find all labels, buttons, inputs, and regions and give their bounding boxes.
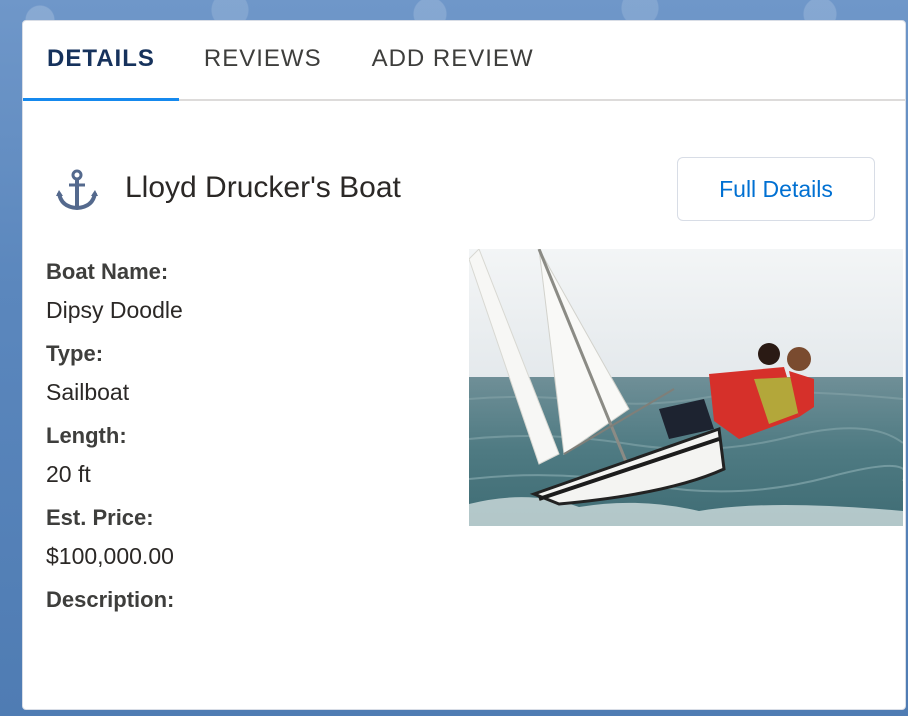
sailboat-photo [469, 249, 903, 526]
field-label-boat-name: Boat Name: [46, 259, 169, 284]
boat-header: Lloyd Drucker's Boat Full Details [23, 157, 905, 221]
field-label-price: Est. Price: [46, 505, 154, 530]
boat-title: Lloyd Drucker's Boat [125, 171, 401, 204]
full-details-button[interactable]: Full Details [677, 157, 875, 221]
field-label-length: Length: [46, 423, 127, 448]
field-value-type: Sailboat [46, 379, 130, 405]
field-value-boat-name: Dipsy Doodle [46, 297, 183, 323]
boat-detail-card: DETAILS REVIEWS ADD REVIEW Lloyd Drucker… [22, 20, 906, 710]
tab-details[interactable]: DETAILS [23, 21, 179, 101]
field-label-type: Type: [46, 341, 104, 366]
anchor-icon [56, 169, 98, 211]
tab-bar: DETAILS REVIEWS ADD REVIEW [23, 21, 905, 101]
tab-add-review[interactable]: ADD REVIEW [347, 21, 559, 99]
tab-reviews[interactable]: REVIEWS [179, 21, 347, 99]
boat-fields: Boat Name: Dipsy Doodle Type: Sailboat L… [46, 253, 183, 663]
field-value-price: $100,000.00 [46, 543, 174, 569]
field-value-length: 20 ft [46, 461, 91, 487]
field-label-description: Description: [46, 587, 175, 612]
tab-details-label: DETAILS [47, 45, 155, 72]
tab-reviews-label: REVIEWS [203, 45, 322, 72]
tab-add-review-label: ADD REVIEW [371, 45, 534, 72]
field-value-description [46, 619, 183, 663]
